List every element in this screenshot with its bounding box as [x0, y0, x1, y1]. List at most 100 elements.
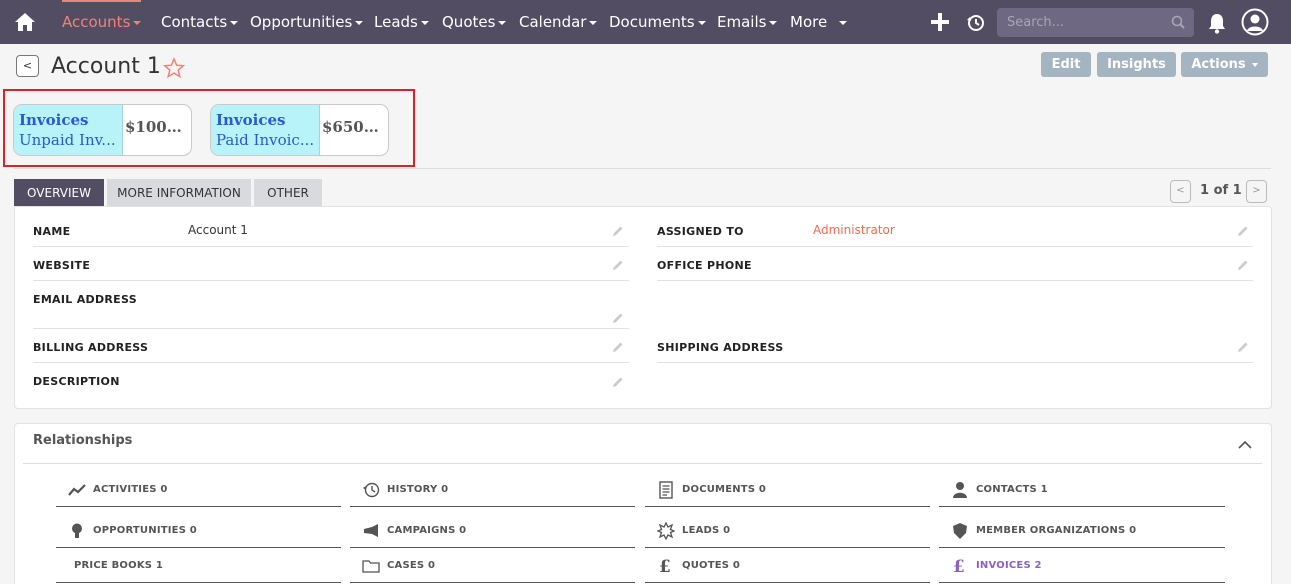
widget-value: $1000... [125, 118, 191, 136]
relationship-quotes[interactable]: £ QUOTES 0 [645, 557, 930, 583]
widget-subtitle: Unpaid Inv... [19, 131, 116, 149]
field-divider [657, 280, 1253, 281]
paid-invoices-widget[interactable]: Invoices Paid Invoic... $6500... [210, 104, 389, 156]
caret-down-icon [589, 20, 598, 25]
edit-pencil-icon[interactable] [612, 376, 624, 388]
relationship-documents[interactable]: DOCUMENTS 0 [645, 481, 930, 507]
relationship-activities[interactable]: ACTIVITIES 0 [56, 481, 341, 507]
plus-icon[interactable] [931, 13, 949, 31]
nav-contacts[interactable]: Contacts [161, 0, 239, 44]
nav-label: More [790, 13, 828, 31]
divider [23, 463, 1262, 464]
relationship-leads[interactable]: LEADS 0 [645, 522, 930, 548]
tab-other[interactable]: OTHER [254, 179, 322, 207]
nav-more[interactable]: More [790, 0, 848, 44]
edit-pencil-icon[interactable] [612, 341, 624, 353]
field-value-assigned-to[interactable]: Administrator [813, 223, 895, 237]
svg-text:£: £ [659, 557, 671, 575]
relationship-label: CASES 0 [387, 560, 436, 571]
nav-calendar[interactable]: Calendar [519, 0, 598, 44]
relationship-label: MEMBER ORGANIZATIONS 0 [976, 525, 1137, 536]
nav-leads[interactable]: Leads [374, 0, 429, 44]
widget-subtitle: Paid Invoic... [216, 131, 315, 149]
person-icon [953, 482, 967, 498]
nav-documents[interactable]: Documents [609, 0, 706, 44]
favorite-star-icon[interactable] [163, 57, 185, 79]
pager-next-button[interactable]: > [1246, 180, 1267, 203]
relationship-label: PRICE BOOKS 1 [74, 560, 164, 571]
field-divider [33, 362, 629, 363]
back-button[interactable]: < [16, 55, 39, 77]
widget-title: Invoices [216, 111, 286, 129]
home-icon[interactable] [14, 12, 36, 32]
search-icon[interactable] [1171, 15, 1185, 29]
field-value-name: Account 1 [188, 223, 248, 237]
nav-quotes[interactable]: Quotes [442, 0, 507, 44]
edit-pencil-icon[interactable] [1237, 225, 1249, 237]
insights-button[interactable]: Insights [1097, 52, 1176, 77]
notification-bell-icon[interactable] [1207, 12, 1227, 34]
widget-title: Invoices [19, 111, 89, 129]
caret-down-icon [133, 20, 142, 25]
relationship-campaigns[interactable]: CAMPAIGNS 0 [350, 522, 635, 548]
relationship-cases[interactable]: CASES 0 [350, 557, 635, 583]
edit-pencil-icon[interactable] [1237, 341, 1249, 353]
edit-pencil-icon[interactable] [612, 312, 624, 324]
svg-text:£: £ [953, 557, 965, 575]
relationship-label: QUOTES 0 [682, 560, 741, 571]
edit-pencil-icon[interactable] [612, 259, 624, 271]
recent-history-icon[interactable] [966, 13, 986, 33]
relationships-title: Relationships [33, 433, 133, 448]
nav-label: Opportunities [250, 13, 353, 31]
caret-down-icon [420, 20, 429, 25]
relationship-member-organizations[interactable]: MEMBER ORGANIZATIONS 0 [939, 522, 1225, 548]
field-label-billing-address: BILLING ADDRESS [33, 341, 149, 354]
nav-emails[interactable]: Emails [717, 0, 778, 44]
nav-label: Contacts [161, 13, 228, 31]
search-input[interactable] [997, 8, 1167, 37]
relationship-label: HISTORY 0 [387, 484, 449, 495]
pound-icon: £ [953, 557, 965, 575]
unpaid-invoices-widget[interactable]: Invoices Unpaid Inv... $1000... [13, 104, 192, 156]
page-title: Account 1 [51, 54, 161, 79]
tab-overview[interactable]: OVERVIEW [14, 179, 104, 207]
caret-down-icon [839, 20, 848, 25]
nav-opportunities[interactable]: Opportunities [250, 0, 364, 44]
relationship-label: ACTIVITIES 0 [93, 484, 168, 495]
relationship-invoices[interactable]: £ INVOICES 2 [939, 557, 1225, 583]
pound-icon: £ [659, 557, 671, 575]
chevron-up-icon[interactable] [1238, 440, 1252, 450]
pager-text: 1 of 1 [1200, 183, 1242, 198]
field-divider [33, 246, 629, 247]
nav-accounts[interactable]: Accounts [62, 0, 142, 44]
widget-value: $6500... [322, 118, 388, 136]
edit-pencil-icon[interactable] [1237, 259, 1249, 271]
sun-burst-icon [657, 522, 675, 540]
nav-label: Leads [374, 13, 418, 31]
relationship-history[interactable]: HISTORY 0 [350, 481, 635, 507]
nav-label: Documents [609, 13, 695, 31]
relationship-opportunities[interactable]: OPPORTUNITIES 0 [56, 522, 341, 548]
field-label-office-phone: OFFICE PHONE [657, 259, 752, 272]
tab-more-information[interactable]: MORE INFORMATION [107, 179, 251, 207]
edit-pencil-icon[interactable] [612, 225, 624, 237]
field-label-name: NAME [33, 225, 71, 238]
field-divider [33, 328, 629, 329]
user-avatar-icon[interactable] [1241, 8, 1269, 36]
edit-button[interactable]: Edit [1041, 52, 1091, 77]
relationship-price-books[interactable]: PRICE BOOKS 1 [56, 557, 341, 583]
search-box[interactable] [997, 8, 1194, 37]
shield-icon [953, 523, 967, 539]
divider [14, 168, 1271, 169]
history-icon [363, 482, 380, 498]
caret-down-icon [1251, 62, 1258, 67]
field-divider [657, 362, 1253, 363]
relationship-label: DOCUMENTS 0 [682, 484, 767, 495]
field-label-website: WEBSITE [33, 259, 91, 272]
megaphone-icon [364, 524, 378, 537]
relationship-contacts[interactable]: CONTACTS 1 [939, 481, 1225, 507]
relationship-label: CONTACTS 1 [976, 484, 1048, 495]
field-label-assigned-to: ASSIGNED TO [657, 225, 744, 238]
actions-button[interactable]: Actions [1181, 52, 1268, 77]
pager-prev-button[interactable]: < [1170, 180, 1191, 203]
